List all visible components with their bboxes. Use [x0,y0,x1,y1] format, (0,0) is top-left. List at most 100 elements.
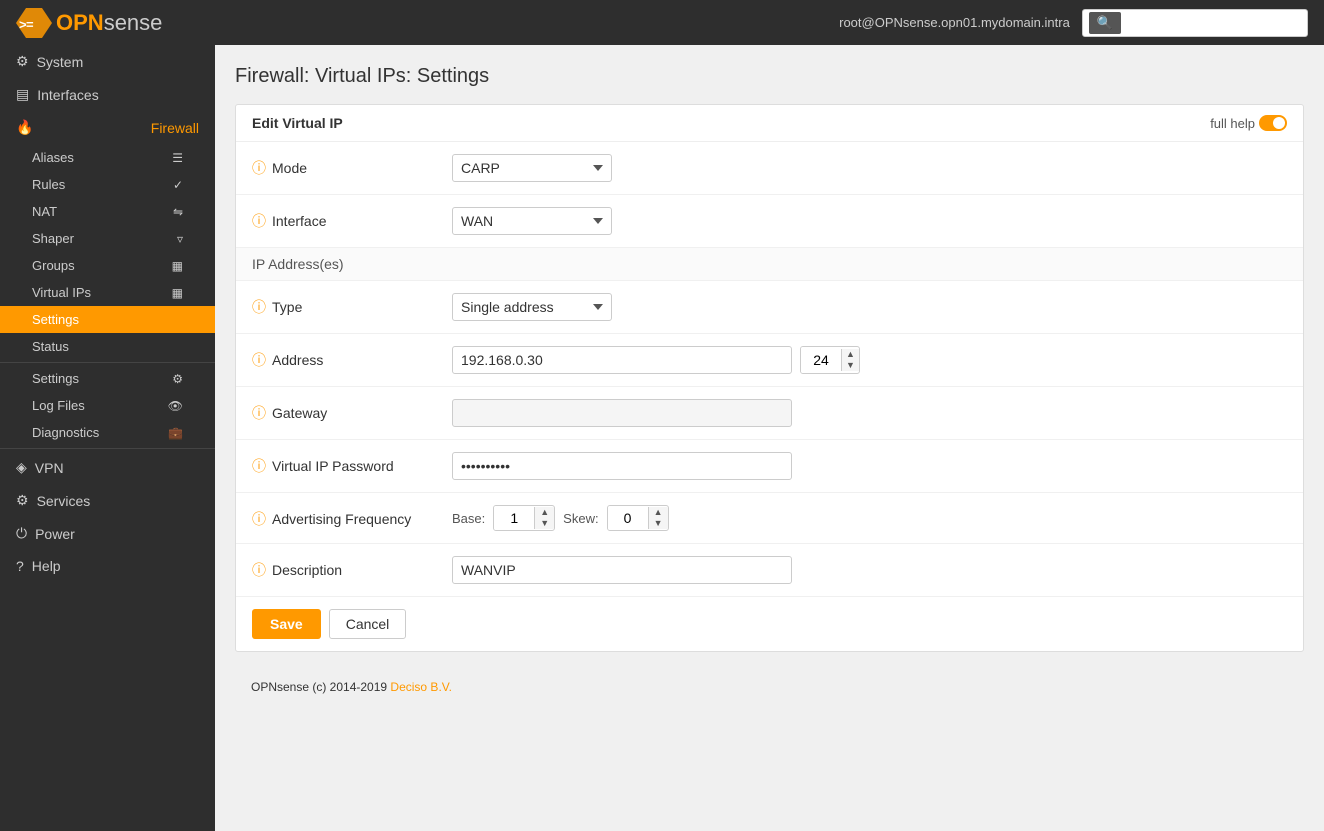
sidebar-label-system: System [37,54,199,70]
address-input[interactable] [452,346,792,374]
power-icon: ⏻ [16,525,27,542]
search-input[interactable] [1121,15,1301,30]
interface-info-icon[interactable]: ⓘ [252,211,266,231]
fw-settings-label: Settings [32,371,79,386]
full-help-toggle[interactable]: full help [1210,115,1287,131]
skew-input[interactable] [608,506,648,530]
sidebar-sub-logfiles[interactable]: Log Files 👁 [0,392,215,419]
sidebar-sub-nat[interactable]: NAT ⇋ [0,198,215,225]
aliases-icon: ☰ [172,151,183,165]
skew-spinbox: ▲ ▼ [607,505,669,531]
address-label: Address [272,352,323,368]
address-info-icon[interactable]: ⓘ [252,350,266,370]
mode-label-wrap: ⓘ Mode [252,154,452,178]
sidebar-item-power[interactable]: ⏻ Power [0,517,215,550]
gateway-label-wrap: ⓘ Gateway [252,399,452,423]
status-label: Status [32,339,69,354]
form-row-address: ⓘ Address ▲ ▼ [236,334,1303,387]
groups-label: Groups [32,258,75,273]
sidebar-sub-status[interactable]: Status [0,333,215,360]
address-control: ▲ ▼ [452,346,1287,374]
prefix-up-button[interactable]: ▲ [842,349,859,360]
description-info-icon[interactable]: ⓘ [252,560,266,580]
sidebar-sub-aliases[interactable]: Aliases ☰ [0,144,215,171]
sidebar-section-firewall[interactable]: 🔥 Firewall [0,111,215,144]
gateway-input[interactable] [452,399,792,427]
help-toggle-switch[interactable] [1259,115,1287,131]
cancel-button[interactable]: Cancel [329,609,407,639]
base-down-button[interactable]: ▼ [535,518,554,529]
sidebar-item-vpn[interactable]: ◈ VPN [0,451,215,484]
vip-password-control [452,452,1287,480]
gateway-control [452,399,1287,427]
sidebar-label-interfaces: Interfaces [37,87,199,103]
sidebar-item-interfaces[interactable]: ▤ Interfaces [0,78,215,111]
address-row: ▲ ▼ [452,346,1287,374]
footer-link[interactable]: Deciso B.V. [390,680,452,694]
skew-spin-buttons: ▲ ▼ [648,507,668,529]
interface-select[interactable]: WAN LAN [452,207,612,235]
type-select[interactable]: Single address Network FQDN [452,293,612,321]
rules-label: Rules [32,177,65,192]
type-info-icon[interactable]: ⓘ [252,297,266,317]
sidebar-divider1 [0,362,215,363]
sidebar-sub-diagnostics[interactable]: Diagnostics 💼 [0,419,215,446]
topbar-user: root@OPNsense.opn01.mydomain.intra [839,15,1070,30]
help-icon: ? [16,558,24,574]
base-input[interactable] [494,506,534,530]
adv-freq-info-icon[interactable]: ⓘ [252,509,266,529]
interface-control: WAN LAN [452,207,1287,235]
type-label-wrap: ⓘ Type [252,293,452,317]
sidebar-item-services[interactable]: ⚙ Services [0,484,215,517]
sidebar-sub-virtualips[interactable]: Virtual IPs ▦ [0,279,215,306]
sidebar-item-system[interactable]: ⚙ System [0,45,215,78]
system-icon: ⚙ [16,53,29,70]
form-row-interface: ⓘ Interface WAN LAN [236,195,1303,248]
logfiles-label: Log Files [32,398,85,413]
firewall-icon: 🔥 [16,119,33,136]
base-spin-buttons: ▲ ▼ [534,507,554,529]
sidebar-sub-fw-settings[interactable]: Settings ⚙ [0,365,215,392]
sidebar-sub-settings[interactable]: Settings [0,306,215,333]
sidebar-label-power: Power [35,526,199,542]
gateway-label: Gateway [272,405,327,421]
prefix-down-button[interactable]: ▼ [842,360,859,371]
mode-select[interactable]: CARP IP Alias Proxy ARP Other [452,154,612,182]
skew-up-button[interactable]: ▲ [649,507,668,518]
ip-addresses-label: IP Address(es) [252,256,344,272]
vip-password-label-wrap: ⓘ Virtual IP Password [252,452,452,476]
sidebar-label-firewall: Firewall [151,120,199,136]
shaper-icon: ▿ [177,232,183,246]
skew-down-button[interactable]: ▼ [649,518,668,529]
vip-password-label: Virtual IP Password [272,458,394,474]
interface-label-wrap: ⓘ Interface [252,207,452,231]
sidebar-sub-shaper[interactable]: Shaper ▿ [0,225,215,252]
sidebar: ⚙ System ▤ Interfaces 🔥 Firewall Aliases… [0,45,215,831]
form-row-vip-password: ⓘ Virtual IP Password [236,440,1303,493]
sidebar-item-help[interactable]: ? Help [0,550,215,582]
mode-info-icon[interactable]: ⓘ [252,158,266,178]
sidebar-sub-rules[interactable]: Rules ✓ [0,171,215,198]
description-label: Description [272,562,342,578]
diagnostics-label: Diagnostics [32,425,99,440]
card-title: Edit Virtual IP [252,115,343,131]
base-up-button[interactable]: ▲ [535,507,554,518]
ip-addresses-header: IP Address(es) [236,248,1303,281]
vpn-icon: ◈ [16,459,27,476]
topbar-search[interactable]: 🔍 [1082,9,1308,37]
skew-label: Skew: [563,511,598,526]
vip-password-input[interactable] [452,452,792,480]
vip-password-info-icon[interactable]: ⓘ [252,456,266,476]
sidebar-sub-groups[interactable]: Groups ▦ [0,252,215,279]
logo-icon: > = [16,8,52,38]
gateway-info-icon[interactable]: ⓘ [252,403,266,423]
adv-freq-control: Base: ▲ ▼ Skew: ▲ [452,505,1287,531]
description-input[interactable] [452,556,792,584]
prefix-input[interactable] [801,347,841,373]
form-row-description: ⓘ Description [236,544,1303,597]
virtualips-label: Virtual IPs [32,285,91,300]
search-button[interactable]: 🔍 [1089,12,1121,34]
description-label-wrap: ⓘ Description [252,556,452,580]
fw-settings-icon: ⚙ [172,372,183,386]
save-button[interactable]: Save [252,609,321,639]
